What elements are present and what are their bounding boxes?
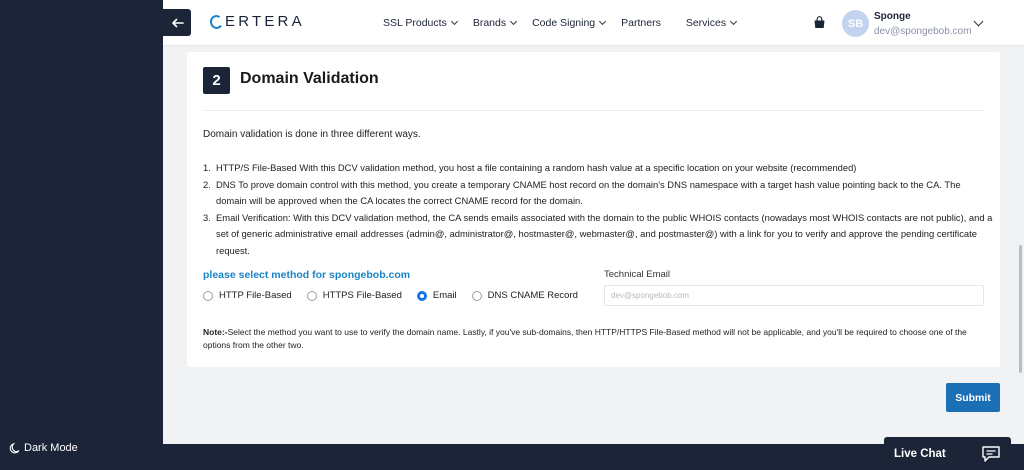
technical-email-input[interactable] [604,285,984,306]
nav-brands[interactable]: Brands [472,17,518,29]
main-nav: SSL Products Brands Code Signing Partner… [383,17,752,29]
nav-label: SSL Products [383,17,447,29]
left-sidebar: Dark Mode [0,0,163,470]
method-radio-group: HTTP File-Based HTTPS File-Based Email D… [203,290,593,301]
radio-circle[interactable] [306,290,317,301]
list-number: 1. [203,162,211,173]
nav-services[interactable]: Services [685,17,738,29]
nav-code-signing[interactable]: Code Signing [532,17,607,29]
certera-logo[interactable]: ERTERA [208,13,305,30]
chevron-down-icon [450,17,458,26]
list-number: 3. [203,211,211,223]
shopping-bag-icon[interactable] [813,16,826,29]
radio-http-file-based[interactable]: HTTP File-Based [203,290,292,301]
chevron-down-icon [730,17,738,26]
chat-bubble-icon [982,445,1000,462]
nav-label: Brands [472,17,507,29]
nav-label: Partners [621,17,661,29]
radio-email[interactable]: Email [416,290,457,301]
radio-label: HTTPS File-Based [322,290,402,301]
nav-ssl-products[interactable]: SSL Products [383,17,458,29]
nav-label: Services [685,17,727,29]
moon-icon [9,442,20,453]
back-button[interactable] [163,9,191,36]
radio-circle-checked[interactable] [416,290,427,301]
user-name: Sponge [874,11,911,22]
select-method-label: please select method for spongebob.com [203,269,411,281]
step-number-badge: 2 [203,67,230,94]
technical-email-label: Technical Email [604,269,670,280]
radio-circle[interactable] [471,290,482,301]
domain-validation-card: 2 Domain Validation Domain validation is… [187,52,1000,367]
logo-c-mark [208,13,225,30]
radio-circle[interactable] [203,290,213,301]
top-header: ERTERA SSL Products Brands Code Signing … [163,0,1024,46]
list-text: DNS To prove domain control with this me… [216,178,961,207]
dark-mode-label: Dark Mode [24,442,78,454]
radio-label: Email [432,290,457,301]
list-item: 2. DNS To prove domain control with this … [203,177,993,210]
radio-label: DNS CNAME Record [487,290,578,301]
arrow-left-icon [171,18,184,27]
divider [203,110,984,111]
live-chat-button[interactable]: Live Chat [884,437,1011,470]
live-chat-label: Live Chat [894,447,946,460]
nav-partners[interactable]: Partners [621,17,661,29]
radio-https-file-based[interactable]: HTTPS File-Based [306,290,402,301]
chevron-down-icon [599,17,607,26]
validation-methods-list: 1. HTTP/S File-Based With this DCV valida… [203,160,993,259]
user-email: dev@spongebob.com [874,26,972,37]
nav-label: Code Signing [532,17,596,29]
scrollbar-thumb[interactable] [1019,245,1022,373]
radio-dns-cname-record[interactable]: DNS CNAME Record [471,290,578,301]
dark-mode-toggle[interactable]: Dark Mode [9,442,78,454]
note-label: Note:- [203,327,228,337]
list-text: HTTP/S File-Based With this DCV validati… [216,162,857,173]
avatar[interactable]: SB [842,10,869,37]
list-item: 3. Email Verification: With this DCV vali… [203,210,993,260]
user-menu-chevron-icon[interactable] [973,16,984,27]
card-title: Domain Validation [240,70,379,87]
note-text: Note:-Select the method you want to use … [203,326,993,352]
logo-text: ERTERA [225,13,305,30]
list-text: Email Verification: With this DCV valida… [216,211,993,256]
submit-button[interactable]: Submit [946,383,1000,412]
chevron-down-icon [510,17,518,26]
list-item: 1. HTTP/S File-Based With this DCV valida… [203,160,993,177]
note-body: Select the method you want to use to ver… [203,327,967,350]
radio-label: HTTP File-Based [219,290,292,301]
intro-text: Domain validation is done in three diffe… [203,129,421,140]
list-number: 2. [203,178,211,190]
